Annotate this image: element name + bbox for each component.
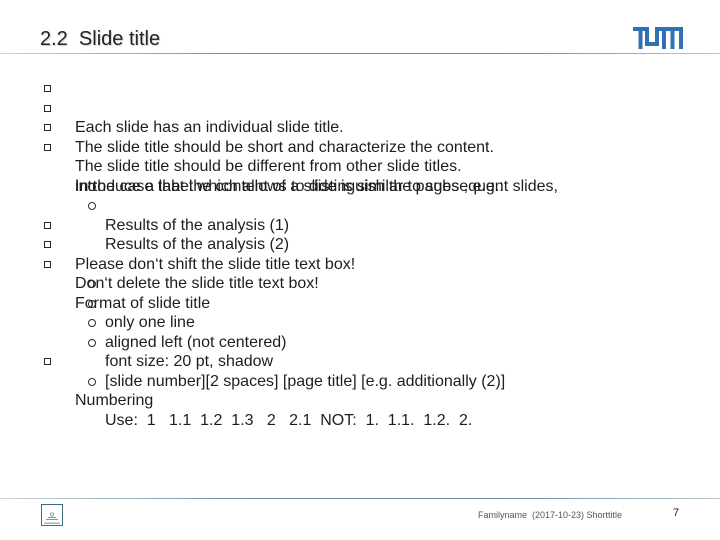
square-bullet-icon	[44, 104, 51, 112]
circle-bullet-icon	[88, 280, 96, 288]
circle-bullet-icon	[88, 319, 96, 327]
tum-logo-icon	[633, 27, 683, 49]
presentation-icon[interactable]	[41, 504, 63, 526]
sub-list-item-text: Use: 1 1.1 1.2 1.3 2 2.1 NOT: 1. 1.1. 1.…	[105, 411, 473, 429]
square-bullet-icon	[44, 241, 51, 248]
list-item: The slide title should be short and char…	[0, 99, 720, 156]
footer-info: Familyname (2017-10-23) Shorttitle	[478, 510, 623, 520]
square-bullet-icon	[44, 143, 51, 151]
circle-bullet-icon	[88, 182, 96, 191]
list-item: Each slide has an individual slide title…	[0, 79, 720, 136]
bullet-list: Each slide has an individual slide title…	[0, 79, 720, 429]
sub-list-item: Results of the analysis (2)	[0, 196, 720, 253]
square-bullet-icon	[44, 124, 51, 131]
square-bullet-icon	[44, 260, 51, 268]
slide-title: 2.2 Slide title	[40, 28, 161, 50]
sub-list-item: aligned left (not centered)	[0, 294, 720, 351]
header-divider	[0, 53, 720, 54]
list-item-continuation: introduce a label which allows to distin…	[0, 157, 720, 195]
list-item: Numbering	[0, 352, 720, 409]
circle-bullet-icon	[88, 202, 96, 210]
square-bullet-icon	[44, 85, 51, 92]
list-item-text: Numbering	[75, 392, 154, 409]
page-number: 7	[673, 507, 680, 519]
list-item: Please don‘t shift the slide title text …	[0, 216, 720, 273]
circle-bullet-icon	[88, 299, 96, 308]
circle-bullet-icon	[88, 338, 96, 347]
list-item: The slide title should be different from…	[0, 118, 720, 175]
list-item: Don‘t delete the slide title text box!	[0, 235, 720, 292]
square-bullet-icon	[44, 358, 51, 365]
sub-list-item: Results of the analysis (1)	[0, 177, 720, 234]
sub-list-item: font size: 20 pt, shadow	[0, 313, 720, 370]
sub-list-item: Use: 1 1.1 1.2 1.3 2 2.1 NOT: 1. 1.1. 1.…	[0, 372, 720, 429]
sub-list-item: only one line	[0, 274, 720, 331]
list-item: Format of slide title	[0, 255, 720, 312]
circle-bullet-icon	[88, 377, 96, 386]
list-item: In the case that the content of a slide …	[0, 138, 720, 195]
sub-list-item: [slide number][2 spaces] [page title] [e…	[0, 333, 720, 390]
footer-divider	[0, 498, 720, 499]
square-bullet-icon	[44, 221, 51, 229]
